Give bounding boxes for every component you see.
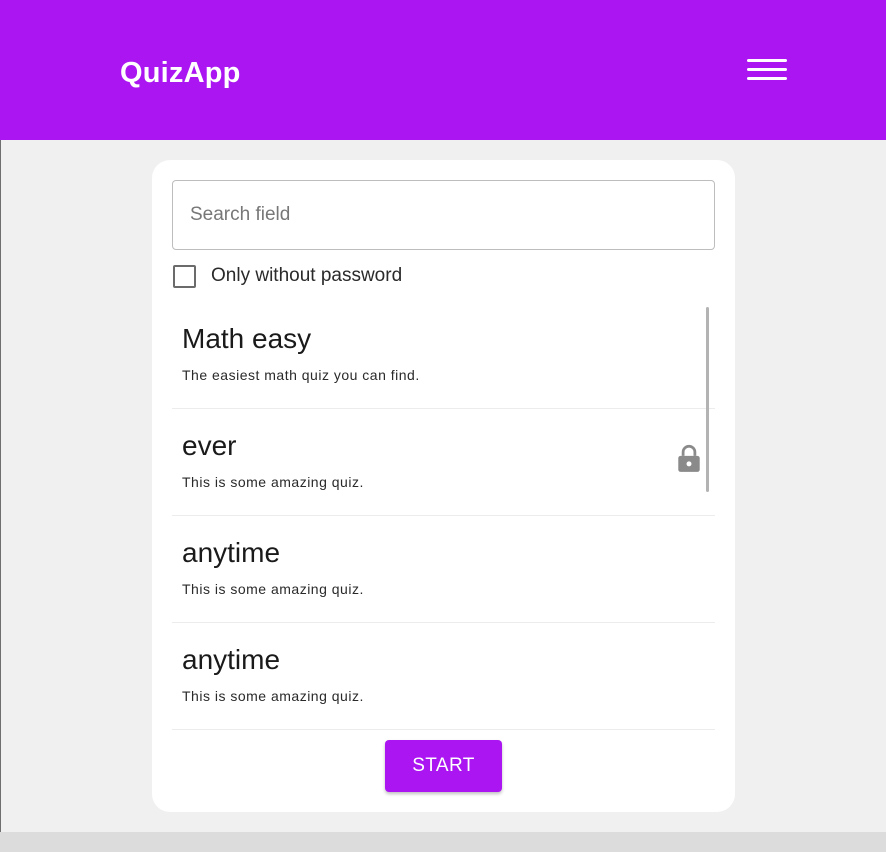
footer-strip (0, 832, 886, 852)
start-button[interactable]: START (385, 740, 502, 792)
quiz-card: Only without password Math easy The easi… (152, 160, 735, 812)
menu-bar-middle (747, 68, 787, 71)
lock-icon (678, 444, 700, 472)
quiz-list-item[interactable]: anytime This is some amazing quiz. (172, 623, 715, 730)
search-input[interactable] (172, 180, 715, 250)
quiz-description: This is some amazing quiz. (182, 688, 364, 704)
app-header: QuizApp (0, 0, 886, 140)
quiz-list-item[interactable]: Math easy The easiest math quiz you can … (172, 302, 715, 409)
menu-bar-top (747, 59, 787, 62)
quiz-list[interactable]: Math easy The easiest math quiz you can … (172, 302, 715, 730)
password-filter-label: Only without password (211, 265, 403, 286)
quiz-list-item[interactable]: anytime This is some amazing quiz. (172, 516, 715, 623)
quiz-description: The easiest math quiz you can find. (182, 367, 420, 383)
quiz-title: anytime (182, 644, 281, 675)
quiz-description: This is some amazing quiz. (182, 474, 364, 490)
quiz-title: Math easy (182, 323, 312, 354)
password-filter[interactable]: Only without password (173, 263, 402, 289)
menu-bar-bottom (747, 77, 787, 80)
app-title: QuizApp (120, 57, 241, 89)
quiz-title: anytime (182, 537, 281, 568)
quiz-title: ever (182, 430, 237, 461)
quiz-description: This is some amazing quiz. (182, 581, 364, 597)
menu-button[interactable] (741, 52, 793, 88)
password-filter-checkbox[interactable] (173, 264, 196, 288)
quiz-list-scrollbar[interactable] (706, 307, 709, 492)
quiz-list-item[interactable]: ever This is some amazing quiz. (172, 409, 715, 516)
